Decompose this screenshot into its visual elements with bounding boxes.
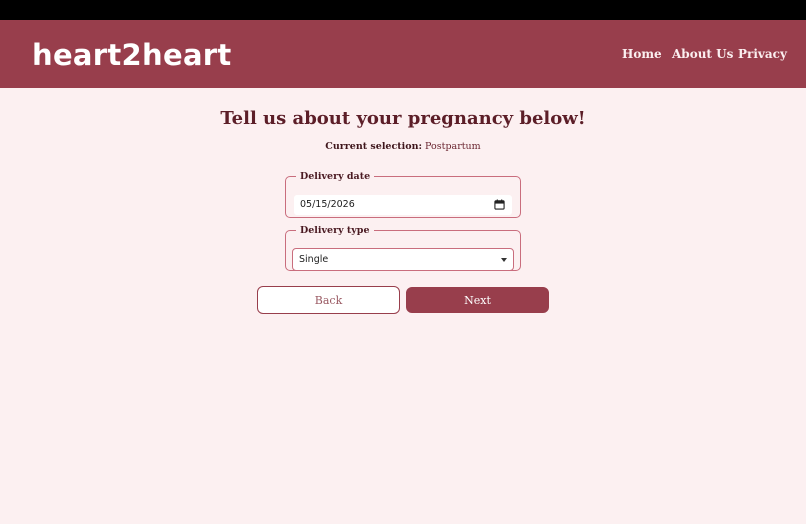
back-button[interactable]: Back [257, 286, 400, 314]
delivery-type-value: Single [299, 254, 329, 265]
current-selection-value: Postpartum [425, 141, 481, 152]
browser-top-bar [0, 0, 806, 20]
chevron-down-icon [501, 258, 507, 262]
delivery-date-group: Delivery date 05/15/2026 [285, 171, 521, 218]
calendar-icon[interactable] [494, 199, 505, 210]
delivery-type-legend: Delivery type [300, 225, 370, 236]
delivery-date-input[interactable]: 05/15/2026 [294, 195, 512, 215]
delivery-type-select[interactable]: Single [292, 248, 514, 271]
next-button[interactable]: Next [406, 287, 549, 313]
site-header: heart2heart Home About Us Privacy [0, 20, 806, 88]
nav-link-privacy[interactable]: Privacy [738, 47, 787, 61]
page-title: Tell us about your pregnancy below! [220, 108, 586, 129]
current-selection-label: Current selection: [325, 141, 422, 152]
delivery-date-value: 05/15/2026 [300, 199, 355, 210]
nav-link-home[interactable]: Home [622, 47, 662, 61]
nav-link-about-us[interactable]: About Us [672, 47, 733, 61]
delivery-date-legend: Delivery date [300, 171, 371, 182]
current-selection: Current selection: Postpartum [0, 141, 806, 152]
delivery-type-group: Delivery type Single [285, 225, 521, 271]
logo[interactable]: heart2heart [32, 38, 232, 72]
